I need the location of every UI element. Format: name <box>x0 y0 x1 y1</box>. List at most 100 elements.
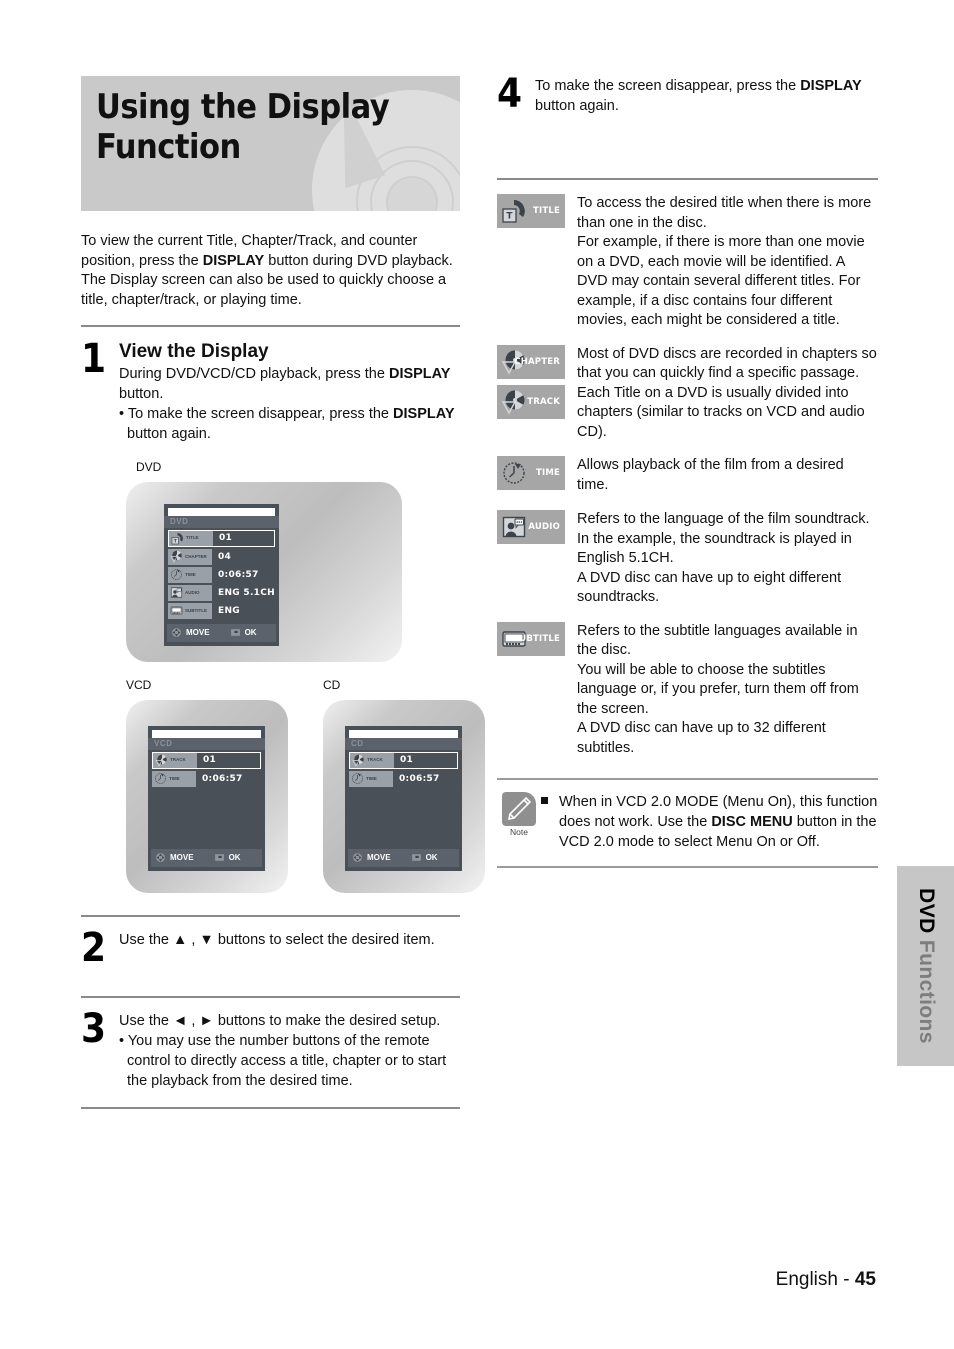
side-tab-primary: DVD <box>914 888 938 940</box>
osd-row-title[interactable]: T TITLE 01 <box>168 529 275 547</box>
osd-footer-vcd: MOVE OK <box>151 848 262 867</box>
right-column: 4 To make the screen disappear, press th… <box>497 71 878 868</box>
icon-badge-track: TRACK <box>497 384 565 419</box>
step-3-number: 3 <box>81 1005 107 1052</box>
osd-footer-move-dvd: MOVE <box>186 628 210 637</box>
icon-badge-time: TIME <box>497 456 565 490</box>
step-1-bullet-bold: DISPLAY <box>393 405 455 422</box>
audio-person-icon <box>502 516 526 538</box>
note-text: When in VCD 2.0 MODE (Menu On), this fun… <box>559 792 878 852</box>
osd-tag-track: TRACK <box>170 757 186 762</box>
dpad-icon <box>172 628 181 637</box>
clock-icon <box>352 773 363 784</box>
icon-badge-label-track: TRACK <box>527 396 560 407</box>
osd-value-subtitle: ENG <box>218 605 240 616</box>
osd-footer-ok-dvd: OK <box>244 628 257 637</box>
side-tab-label: DVD Functions <box>914 888 938 1044</box>
svg-text:T: T <box>506 212 513 222</box>
icon-badge-label-subtitle: SUBTITLE <box>512 633 560 644</box>
reference-item-2: TIME Allows playback of the film from a … <box>497 456 878 496</box>
reference-paragraph: Refers to the subtitle languages availab… <box>577 622 858 659</box>
osd-tag-track: TRACK <box>367 757 383 762</box>
icon-badge-subtitle: SUBTITLE <box>497 621 565 656</box>
reference-paragraph: For example, if there is more than one m… <box>577 234 865 328</box>
osd-value-audio: ENG 5.1CH <box>218 587 275 598</box>
osd-caption-vcd: VCD <box>126 677 152 692</box>
osd-badge-time: TIME <box>168 566 212 583</box>
osd-rows-vcd: TRACK 01 TIME 0:06:57 <box>148 751 265 789</box>
note-block: Note When in VCD 2.0 MODE (Menu On), thi… <box>497 778 878 868</box>
divider-above-step-3 <box>81 995 460 998</box>
reference-paragraph: Each Title on a DVD is usually divided i… <box>577 384 865 440</box>
step-2: 2 Use the ▲ , ▼ buttons to select the de… <box>81 924 460 971</box>
reference-text-0: To access the desired title when there i… <box>565 194 878 331</box>
note-bullet-square <box>541 792 559 804</box>
osd-rows-dvd: T TITLE 01 CHAPTER 04 TIME 0:06:57 AUDIO… <box>164 529 279 621</box>
reference-paragraph: A DVD disc can have up to 32 different s… <box>577 720 826 756</box>
step-1-line-1-bold: DISPLAY <box>388 365 451 382</box>
osd-row-audio[interactable]: AUDIO ENG 5.1CH <box>168 584 275 601</box>
footer-page-number: 45 <box>854 1269 876 1290</box>
osd-tag-chapter: CHAPTER <box>185 553 207 559</box>
note-icon-column: Note <box>497 792 541 837</box>
page-title-banner: Using the Display Function <box>81 76 460 211</box>
osd-badge-time: TIME <box>349 770 393 787</box>
page-title: Using the Display Function <box>96 87 390 167</box>
osd-disc-type-cd: CD <box>345 737 462 750</box>
step-3-body: Use the ◄ , ► buttons to make the desire… <box>119 1011 460 1091</box>
reference-paragraph: A DVD disc can have up to eight differen… <box>577 569 842 606</box>
osd-caption-dvd: DVD <box>136 459 162 474</box>
clock-icon <box>155 773 166 784</box>
osd-footer-move-cd: MOVE <box>367 853 391 862</box>
step-1-number: 1 <box>81 335 107 382</box>
osd-row-time[interactable]: TIME 0:06:57 <box>168 566 275 583</box>
chapter-disc-icon <box>170 550 182 563</box>
enter-key-icon <box>230 629 240 636</box>
osd-topbar-vcd <box>152 729 261 738</box>
reference-paragraph: You will be able to choose the subtitles… <box>577 661 859 717</box>
icon-badge-chapter: CHAPTER <box>497 344 565 379</box>
reference-paragraph: To access the desired title when there i… <box>577 195 872 231</box>
osd-value-chapter: 04 <box>218 551 232 562</box>
osd-badge-track: TRACK <box>153 752 197 768</box>
tv-screen-vcd: VCD TRACK 01 TIME 0:06:57 MOVE OK <box>126 699 288 893</box>
osd-panel-cd: CD TRACK 01 TIME 0:06:57 MOVE OK <box>345 725 462 871</box>
osd-footer-dvd: MOVE OK <box>167 623 276 642</box>
osd-footer-move-vcd: MOVE <box>170 853 194 862</box>
enter-key-icon <box>214 854 224 861</box>
icon-badge-label-title: TITLE <box>533 206 560 216</box>
step-3-line-1: Use the ◄ , ► buttons to make the desire… <box>119 1012 441 1029</box>
osd-row-time[interactable]: TIME 0:06:57 <box>152 770 261 787</box>
step-2-number: 2 <box>81 924 107 971</box>
divider-below-step-3 <box>81 1106 460 1109</box>
osd-badge-title: T TITLE <box>169 530 213 546</box>
divider-below-note <box>497 866 878 868</box>
osd-panel-dvd: DVD T TITLE 01 CHAPTER 04 TIME 0:06:57 A… <box>164 503 279 646</box>
reference-paragraph: Most of DVD discs are recorded in chapte… <box>577 345 877 382</box>
osd-row-track[interactable]: TRACK 01 <box>349 751 458 769</box>
reference-icons-0: T TITLE <box>497 194 565 234</box>
title-disc-icon: T <box>171 532 183 544</box>
chapter-disc-icon <box>501 390 525 414</box>
icon-badge-label-chapter: CHAPTER <box>514 356 560 367</box>
footer-language: English - <box>775 1269 855 1290</box>
dpad-icon <box>156 853 165 862</box>
reference-item-4: SUBTITLE Refers to the subtitle language… <box>497 621 878 759</box>
osd-row-time[interactable]: TIME 0:06:57 <box>349 770 458 787</box>
enter-key-icon <box>411 854 421 861</box>
reference-text-1: Most of DVD discs are recorded in chapte… <box>565 345 878 443</box>
step-3-bullet: • You may use the number buttons of the … <box>119 1032 447 1089</box>
step-4-number: 4 <box>497 71 523 117</box>
step-4-body: To make the screen disappear, press the … <box>535 76 878 116</box>
osd-disc-type-vcd: VCD <box>148 737 265 750</box>
osd-value-track: 01 <box>203 755 217 765</box>
osd-footer-ok-cd: OK <box>425 853 438 862</box>
step-4-text-a: To make the screen disappear, press the <box>535 78 801 94</box>
reference-paragraph: Allows playback of the film from a desir… <box>577 457 844 493</box>
side-tab-dvd-functions: DVD Functions <box>897 866 954 1066</box>
osd-row-subtitle[interactable]: SUBTITLE ENG <box>168 602 275 619</box>
reference-text-2: Allows playback of the film from a desir… <box>565 456 878 495</box>
osd-disc-type-dvd: DVD <box>164 515 279 528</box>
osd-row-track[interactable]: TRACK 01 <box>152 751 261 769</box>
osd-row-chapter[interactable]: CHAPTER 04 <box>168 548 275 565</box>
